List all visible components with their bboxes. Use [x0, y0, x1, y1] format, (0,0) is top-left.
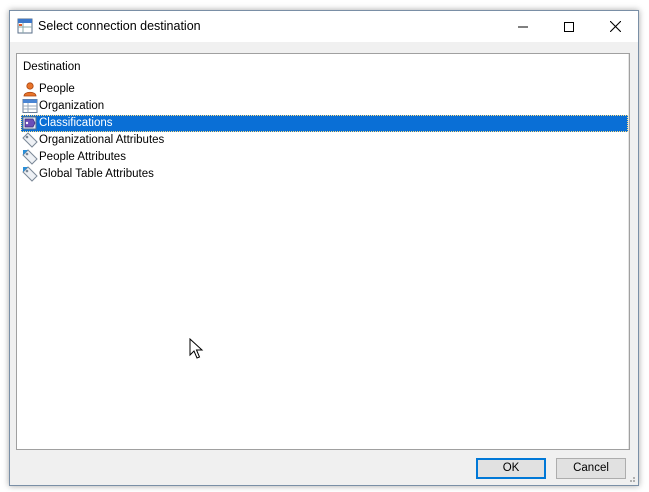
maximize-icon [564, 21, 574, 32]
list-item-people-attributes[interactable]: People Attributes [21, 149, 628, 166]
table-window-icon [17, 18, 33, 34]
person-icon [23, 82, 37, 97]
classification-icon [22, 116, 37, 130]
list-item-label: Global Table Attributes [39, 168, 154, 180]
list-item-label: People Attributes [39, 151, 126, 163]
org-table-icon [22, 99, 38, 113]
destination-list-panel: Destination People Organization Classifi… [16, 53, 630, 450]
mouse-cursor-icon [189, 338, 204, 359]
scrollbar-track[interactable] [628, 54, 629, 449]
list-item-label: Organization [39, 100, 105, 112]
minimize-button[interactable] [500, 11, 546, 42]
list-item-organizational-attributes[interactable]: Organizational Attributes [21, 132, 628, 149]
cancel-button[interactable]: Cancel [556, 458, 626, 479]
minimize-icon [518, 26, 528, 27]
list-item-label: Classifications [39, 117, 113, 129]
resize-grip-icon[interactable] [626, 473, 636, 483]
title-bar[interactable]: Select connection destination [10, 11, 638, 42]
list-item-people[interactable]: People [21, 81, 628, 98]
dialog-title: Select connection destination [38, 19, 201, 33]
list-item-global-table-attributes[interactable]: Global Table Attributes [21, 166, 628, 183]
attribute-tag-icon [22, 149, 38, 165]
dialog-window: Select connection destination Destinatio… [9, 10, 639, 486]
attribute-tag-icon [22, 132, 38, 148]
background-window-strip [0, 0, 649, 10]
ok-button[interactable]: OK [476, 458, 546, 479]
list-item-classifications[interactable]: Classifications [21, 115, 628, 132]
destination-list: People Organization Classifications Orga… [21, 81, 628, 183]
close-icon [609, 21, 621, 32]
attribute-tag-icon [22, 166, 38, 182]
list-header: Destination [23, 61, 81, 73]
list-item-label: People [39, 83, 75, 95]
list-item-label: Organizational Attributes [39, 134, 165, 146]
list-item-organization[interactable]: Organization [21, 98, 628, 115]
close-button[interactable] [592, 11, 638, 42]
maximize-button[interactable] [546, 11, 592, 42]
